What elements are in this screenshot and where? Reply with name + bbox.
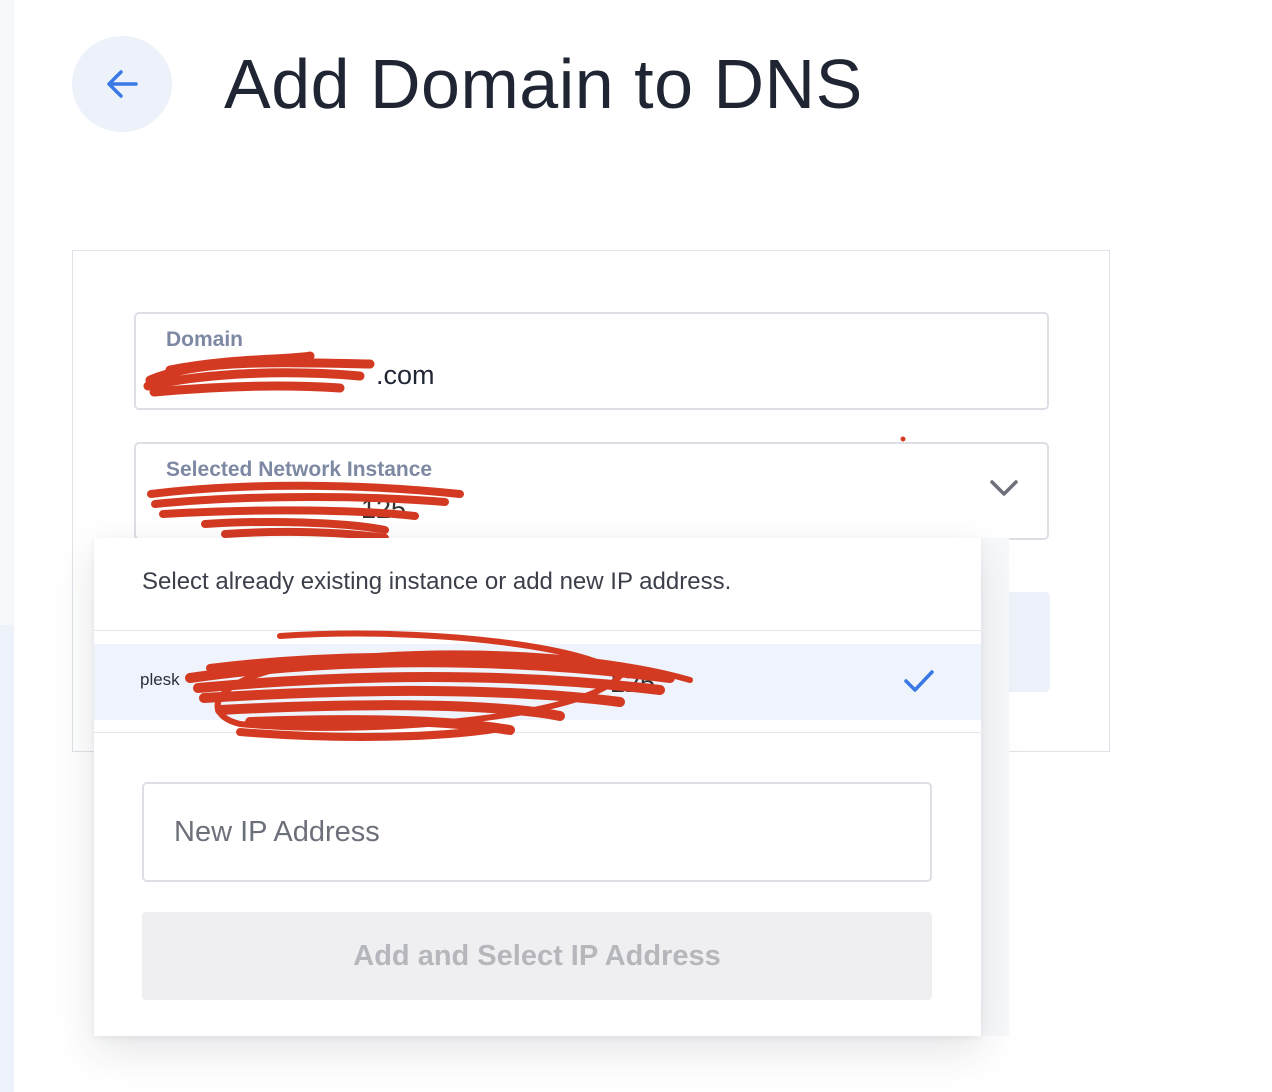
- add-and-select-ip-button[interactable]: Add and Select IP Address: [142, 912, 932, 1000]
- instance-option-trailing: 125: [610, 668, 656, 698]
- network-instance-select[interactable]: Selected Network Instance 125: [134, 442, 1049, 540]
- domain-label: Domain: [166, 328, 244, 351]
- network-instance-label: Selected Network Instance: [166, 458, 433, 481]
- back-button[interactable]: [72, 36, 172, 132]
- arrow-left-icon: [107, 70, 138, 98]
- new-ip-address-input[interactable]: [142, 782, 932, 882]
- dropdown-hint: Select already existing instance or add …: [142, 568, 732, 595]
- domain-field[interactable]: Domain .com: [134, 312, 1049, 410]
- dropdown-divider: [94, 630, 981, 631]
- network-instance-value: 125: [361, 494, 407, 524]
- domain-value: .com: [376, 360, 435, 390]
- chevron-down-icon[interactable]: [989, 478, 1019, 498]
- network-instance-dropdown: Select already existing instance or add …: [94, 538, 981, 1036]
- instance-option[interactable]: plesk 125: [94, 644, 981, 720]
- submit-button-behind-dropdown: [1008, 592, 1050, 692]
- instance-option-label: plesk: [140, 670, 180, 689]
- page-title: Add Domain to DNS: [224, 45, 863, 123]
- check-icon: [904, 670, 934, 692]
- dropdown-divider: [94, 732, 981, 733]
- left-sidebar-highlight: [0, 625, 13, 1092]
- dropdown-scrollbar[interactable]: [980, 538, 1009, 1036]
